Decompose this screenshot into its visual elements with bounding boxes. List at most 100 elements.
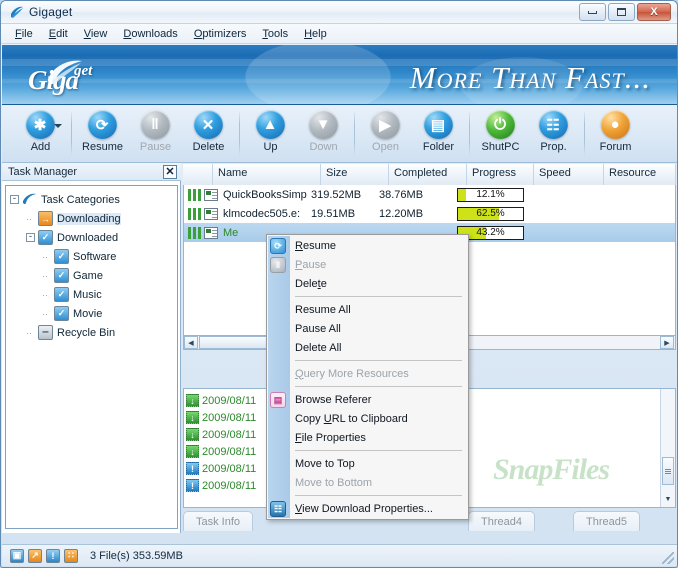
toolbar-forum-button[interactable]: ● Forum xyxy=(589,110,642,153)
download-context-menu[interactable]: ⟳ Resume ‖ Pause Delete Resume All Pause All De… xyxy=(266,234,469,520)
context-menu-separator xyxy=(295,360,462,361)
table-row[interactable]: klmcodec505.e: 19.51MB 12.20MB 62.5% xyxy=(184,204,675,223)
detail-vscrollbar[interactable]: ▼ xyxy=(660,389,675,507)
context-menu-item-file-properties[interactable]: File Properties xyxy=(267,428,468,447)
sidebar-item-task-categories[interactable]: - Task Categories xyxy=(6,190,177,209)
downloaded-icon: ✓ xyxy=(38,230,53,245)
sidebar-item-recycle-bin[interactable]: ·· ━ Recycle Bin xyxy=(6,323,177,342)
context-menu-item-move-to-top[interactable]: Move to Top xyxy=(267,454,468,473)
toolbar-down-button: ▼ Down xyxy=(297,110,350,153)
scroll-left-button[interactable]: ◀ xyxy=(184,336,198,349)
tree-indent: ·· xyxy=(42,251,48,262)
column-header-speed[interactable]: Speed xyxy=(534,164,604,185)
tree-indent: ·· xyxy=(42,308,48,319)
tab-task-info[interactable]: Task Info xyxy=(183,511,254,531)
sidebar-item-movie[interactable]: ·· ✓ Movie xyxy=(6,304,177,323)
sidebar-item-game[interactable]: ·· ✓ Game xyxy=(6,266,177,285)
cell-progress: 12.1% xyxy=(457,187,524,202)
pause-icon: ‖ xyxy=(140,110,171,140)
context-menu-item-browse-referer[interactable]: ▤ Browse Referer xyxy=(267,390,468,409)
file-window-icon xyxy=(204,207,218,220)
toolbar-add-button[interactable]: ✱ Add xyxy=(14,110,67,153)
recycle-bin-icon: ━ xyxy=(38,325,53,340)
column-header-completed[interactable]: Completed xyxy=(389,164,467,185)
sidebar-item-downloading[interactable]: ·· → Downloading xyxy=(6,209,177,228)
tree-expander[interactable]: - xyxy=(10,195,19,204)
context-menu-item-delete-all[interactable]: Delete All xyxy=(267,338,468,357)
context-menu-separator xyxy=(295,296,462,297)
column-header-name[interactable]: Name xyxy=(213,164,321,185)
context-menu-item-view-download-properties[interactable]: ☷ View Download Properties... xyxy=(267,499,468,518)
task-category-tree[interactable]: - Task Categories ·· → Downloading - ✓ Download… xyxy=(5,185,178,529)
context-menu-item-resume-all[interactable]: Resume All xyxy=(267,300,468,319)
toolbar-folder-button[interactable]: ▤ Folder xyxy=(412,110,465,153)
arrow-down-icon: ▼ xyxy=(308,110,339,140)
column-header-size[interactable]: Size xyxy=(321,164,389,185)
sidebar-item-software[interactable]: ·· ✓ Software xyxy=(6,247,177,266)
context-menu-item-delete[interactable]: Delete xyxy=(267,274,468,293)
context-menu-item-pause-all[interactable]: Pause All xyxy=(267,319,468,338)
table-row[interactable]: QuickBooksSimp 319.52MB 38.76MB 12.1% xyxy=(184,185,675,204)
tasks-icon[interactable]: ∷ xyxy=(64,548,78,563)
toolbar-prop-button[interactable]: ☷ Prop. xyxy=(527,110,580,153)
column-header-progress[interactable]: Progress xyxy=(467,164,534,185)
context-menu-item-copy-url-to-clipboard[interactable]: Copy URL to Clipboard xyxy=(267,409,468,428)
chevron-down-icon[interactable] xyxy=(53,124,62,128)
file-window-icon xyxy=(204,188,218,201)
context-menu-item-label: Pause All xyxy=(295,322,341,335)
toolbar-up-button[interactable]: ▲ Up xyxy=(244,110,297,153)
sidebar-item-label: Game xyxy=(73,269,103,282)
alert-icon[interactable]: ! xyxy=(46,548,60,563)
gigaget-bird-icon xyxy=(11,6,23,18)
resize-grip[interactable] xyxy=(662,552,674,564)
log-timestamp: 2009/08/11 xyxy=(202,428,257,441)
pause-bars-icon xyxy=(184,188,204,201)
sidebar-close-button[interactable]: ✕ xyxy=(163,165,177,179)
menu-optimizers[interactable]: Optimizers xyxy=(186,26,255,42)
toolbar-shutpc-button[interactable]: ⏻ ShutPC xyxy=(474,110,527,153)
context-menu-item-resume[interactable]: ⟳ Resume xyxy=(267,236,468,255)
file-window-icon xyxy=(204,226,218,239)
download-green-icon: ↓ xyxy=(186,428,199,441)
menu-edit[interactable]: Edit xyxy=(41,26,76,42)
arrow-up-icon: ▲ xyxy=(255,110,286,140)
tab-thread5[interactable]: Thread5 xyxy=(573,511,640,531)
window-title: Gigaget xyxy=(29,5,73,19)
menu-file[interactable]: File xyxy=(7,26,41,42)
status-text: 3 File(s) 353.59MB xyxy=(90,549,183,562)
menu-downloads[interactable]: Downloads xyxy=(115,26,185,42)
context-menu-item-label: Query More Resources xyxy=(295,367,409,380)
play-icon: ▶ xyxy=(370,110,401,140)
banner-slogan: More Than Fast... xyxy=(409,60,651,95)
close-x-icon: ✕ xyxy=(193,110,224,140)
tree-indent: ·· xyxy=(42,289,48,300)
cell-name: QuickBooksSimp xyxy=(223,188,307,201)
toolbar-button-label: Forum xyxy=(599,141,632,153)
context-menu-item-label: Move to Top xyxy=(295,457,355,470)
column-header-resource[interactable]: Resource xyxy=(604,164,676,185)
scroll-right-button[interactable]: ▶ xyxy=(660,336,674,349)
menu-view[interactable]: View xyxy=(76,26,116,42)
pause-bars-icon xyxy=(184,226,204,239)
tab-thread4[interactable]: Thread4 xyxy=(468,511,535,531)
gigaget-bird-icon xyxy=(48,60,82,85)
toolbar-button-label: Down xyxy=(309,141,338,153)
monitor-icon[interactable]: ▣ xyxy=(10,548,24,563)
minimize-button[interactable] xyxy=(579,3,606,21)
log-timestamp: 2009/08/11 xyxy=(202,445,257,458)
column-header-status[interactable] xyxy=(183,164,213,185)
vscroll-thumb[interactable] xyxy=(662,457,674,485)
toolbar-resume-button[interactable]: ⟳ Resume xyxy=(76,110,129,153)
log-timestamp: 2009/08/11 xyxy=(202,411,257,424)
sidebar-item-downloaded[interactable]: - ✓ Downloaded xyxy=(6,228,177,247)
toolbar-delete-button[interactable]: ✕ Delete xyxy=(182,110,235,153)
menu-tools[interactable]: Tools xyxy=(254,26,296,42)
scroll-down-button[interactable]: ▼ xyxy=(662,493,674,506)
menu-help[interactable]: Help xyxy=(296,26,335,42)
close-button[interactable]: X xyxy=(637,3,671,21)
tree-expander[interactable]: - xyxy=(26,233,35,242)
maximize-button[interactable] xyxy=(608,3,635,21)
sidebar-item-music[interactable]: ·· ✓ Music xyxy=(6,285,177,304)
sidebar-item-label: Software xyxy=(73,250,117,263)
speed-icon[interactable]: ↗ xyxy=(28,548,42,563)
